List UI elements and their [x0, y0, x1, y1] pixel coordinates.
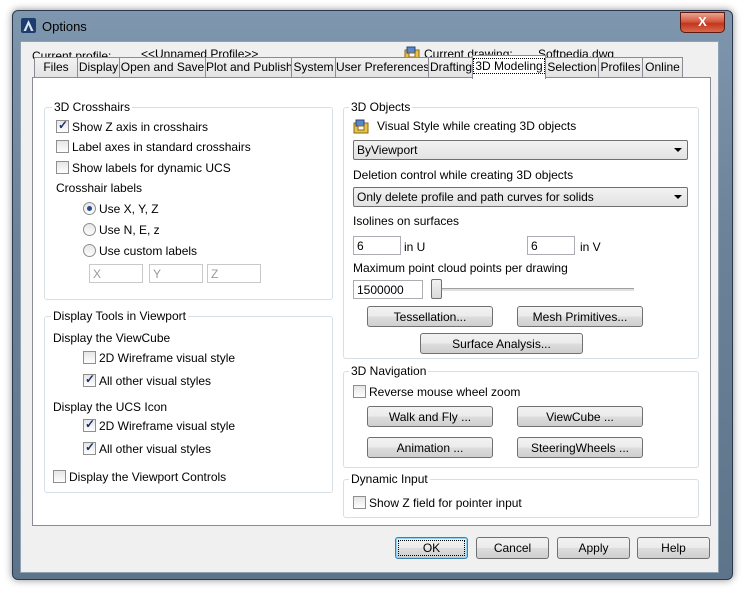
tab-label: Drafting — [429, 60, 473, 74]
help-button[interactable]: Help — [637, 537, 710, 559]
window-title: Options — [42, 19, 87, 34]
deletion-control-label: Deletion control while creating 3D objec… — [353, 168, 574, 182]
isolines-u-unit: in U — [404, 240, 426, 254]
steering-wheels-button[interactable]: SteeringWheels ... — [517, 437, 643, 458]
viewport-controls-label: Display the Viewport Controls — [69, 470, 227, 484]
max-points-label: Maximum point cloud points per drawing — [353, 261, 568, 275]
chevron-down-icon — [674, 195, 682, 199]
tab-label: 3D Modeling — [473, 58, 545, 74]
show-labels-ucs-label: Show labels for dynamic UCS — [72, 161, 231, 175]
objects-group-title: 3D Objects — [349, 100, 413, 114]
apply-button[interactable]: Apply — [557, 537, 630, 559]
max-points-field[interactable]: 1500000 — [353, 280, 423, 299]
tab-online[interactable]: Online — [642, 57, 683, 77]
app-logo-icon — [21, 18, 36, 33]
tab-plot-and-publish[interactable]: Plot and Publish — [205, 57, 293, 77]
show-labels-ucs-checkbox[interactable] — [56, 161, 69, 174]
use-xyz-label: Use X, Y, Z — [99, 202, 159, 216]
tab-label: User Preferences — [336, 60, 430, 74]
show-z-axis-checkbox[interactable] — [56, 118, 69, 133]
viewcube-all-other-checkbox[interactable] — [83, 372, 96, 387]
dynamic-input-group-title: Dynamic Input — [349, 472, 430, 486]
crosshairs-group-title: 3D Crosshairs — [52, 100, 133, 114]
display-tools-group-title: Display Tools in Viewport — [51, 309, 188, 323]
isolines-v-field[interactable]: 6 — [527, 236, 575, 255]
tab-open-and-save[interactable]: Open and Save — [119, 57, 206, 77]
label-axes-checkbox[interactable] — [56, 140, 69, 153]
custom-x-field[interactable]: X — [89, 264, 143, 283]
tab-label: Open and Save — [120, 60, 205, 74]
show-z-axis-label: Show Z axis in crosshairs — [72, 120, 209, 134]
tab-profiles[interactable]: Profiles — [598, 57, 643, 77]
tab-label: Files — [43, 60, 69, 74]
isolines-u-field[interactable]: 6 — [353, 236, 401, 255]
label-axes-label: Label axes in standard crosshairs — [72, 140, 251, 154]
viewcube-2d-wireframe-label: 2D Wireframe visual style — [99, 351, 236, 365]
viewport-controls-checkbox[interactable] — [53, 470, 66, 483]
deletion-control-dropdown[interactable]: Only delete profile and path curves for … — [353, 187, 688, 207]
viewcube-section-title: Display the ViewCube — [53, 331, 171, 345]
walk-and-fly-button[interactable]: Walk and Fly ... — [367, 406, 493, 427]
viewcube-button[interactable]: ViewCube ... — [517, 406, 643, 427]
ucs-section-title: Display the UCS Icon — [53, 400, 168, 414]
isolines-v-unit: in V — [580, 240, 601, 254]
reverse-wheel-checkbox[interactable] — [353, 385, 366, 398]
viewcube-2d-wireframe-checkbox[interactable] — [83, 351, 96, 364]
tab-label: Display — [78, 60, 119, 74]
animation-button[interactable]: Animation ... — [367, 437, 493, 458]
tab-label: System — [293, 60, 334, 74]
deletion-control-value: Only delete profile and path curves for … — [357, 190, 594, 204]
tab-files[interactable]: Files — [34, 57, 78, 77]
use-nez-radio[interactable] — [83, 223, 96, 236]
use-custom-radio[interactable] — [83, 244, 96, 257]
reverse-wheel-label: Reverse mouse wheel zoom — [369, 385, 521, 399]
close-button[interactable]: X — [680, 12, 725, 33]
tessellation-button[interactable]: Tessellation... — [367, 306, 493, 327]
use-custom-label: Use custom labels — [99, 244, 198, 258]
max-points-slider-track[interactable] — [432, 288, 634, 292]
ucs-2d-wireframe-label: 2D Wireframe visual style — [99, 419, 236, 433]
ucs-2d-wireframe-checkbox[interactable] — [83, 417, 96, 432]
cancel-button[interactable]: Cancel — [476, 537, 549, 559]
use-nez-label: Use N, E, z — [99, 223, 160, 237]
tab-user-preferences[interactable]: User Preferences — [335, 57, 429, 77]
tab-label: Profiles — [600, 60, 641, 74]
use-xyz-radio[interactable] — [83, 202, 96, 215]
visual-style-value: ByViewport — [357, 143, 418, 157]
tab-selection[interactable]: Selection — [545, 57, 599, 77]
chevron-down-icon — [674, 148, 682, 152]
tab-display[interactable]: Display — [77, 57, 120, 77]
max-points-slider-thumb[interactable] — [431, 279, 442, 299]
surface-analysis-button[interactable]: Surface Analysis... — [420, 333, 583, 354]
show-z-field-checkbox[interactable] — [353, 496, 366, 509]
tab-drafting[interactable]: Drafting — [428, 57, 474, 77]
custom-y-field[interactable]: Y — [149, 264, 203, 283]
crosshair-labels-title: Crosshair labels — [56, 181, 143, 195]
title-bar[interactable]: Options X — [13, 11, 732, 41]
show-z-field-label: Show Z field for pointer input — [369, 496, 522, 510]
tab-label: Selection — [547, 60, 597, 74]
visual-style-label: Visual Style while creating 3D objects — [377, 119, 577, 133]
ok-button[interactable]: OK — [395, 537, 468, 559]
isolines-label: Isolines on surfaces — [353, 214, 460, 228]
visual-style-dropdown[interactable]: ByViewport — [353, 140, 688, 160]
ucs-all-other-checkbox[interactable] — [83, 440, 96, 455]
ucs-all-other-label: All other visual styles — [99, 442, 212, 456]
mesh-primitives-button[interactable]: Mesh Primitives... — [517, 306, 643, 327]
tab-system[interactable]: System — [291, 57, 336, 77]
tab-label: Plot and Publish — [206, 60, 293, 74]
navigation-group-title: 3D Navigation — [349, 364, 429, 378]
tab-3d-modeling[interactable]: 3D Modeling — [472, 55, 546, 79]
visual-style-icon — [353, 119, 369, 134]
custom-z-field[interactable]: Z — [207, 264, 261, 283]
viewcube-all-other-label: All other visual styles — [99, 374, 212, 388]
tab-label: Online — [645, 60, 680, 74]
